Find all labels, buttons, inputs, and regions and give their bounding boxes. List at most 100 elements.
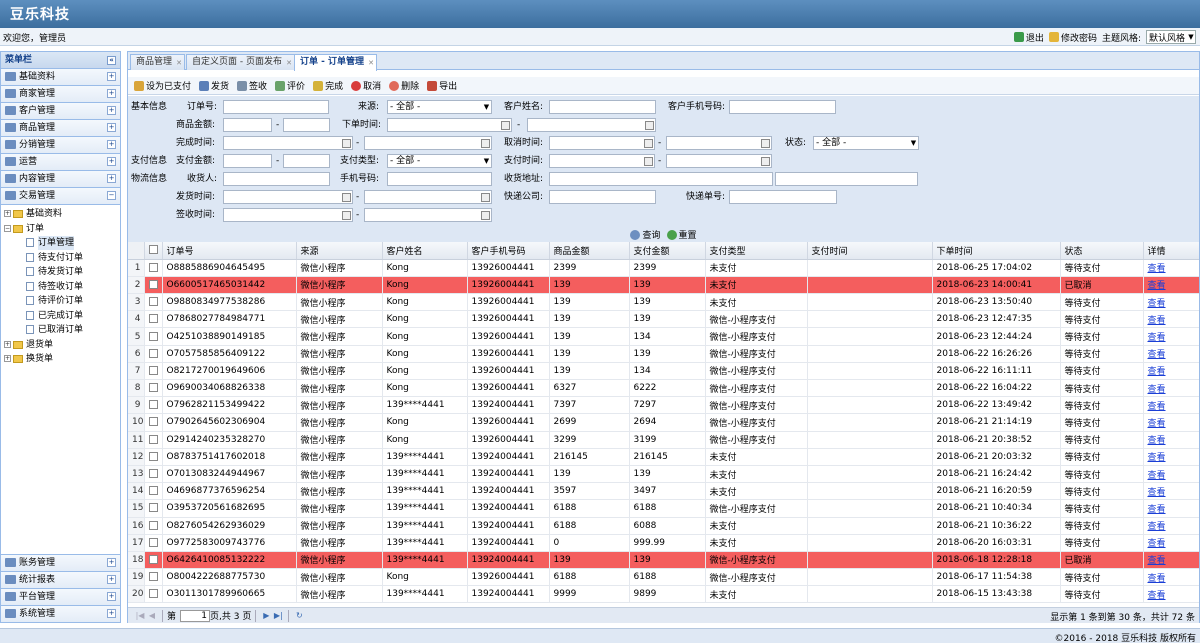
column-header[interactable]: 支付时间 — [807, 242, 933, 260]
theme-select[interactable]: 默认风格 ▼ — [1146, 30, 1196, 44]
export-button[interactable]: 导出 — [424, 78, 460, 94]
row-checkbox[interactable] — [144, 448, 163, 466]
table-row[interactable]: 20 O3011301789960665 微信小程序 139****4441 13924… — [128, 585, 1199, 604]
review-button[interactable]: 评价 — [272, 78, 308, 94]
checkbox[interactable] — [148, 589, 158, 599]
row-checkbox[interactable] — [144, 396, 163, 415]
sidebar-item-operation[interactable]: 运营 + — [1, 154, 120, 171]
row-checkbox[interactable] — [144, 276, 163, 295]
prev-page-icon[interactable]: ◀ — [146, 610, 158, 622]
column-header[interactable]: 支付金额 — [629, 242, 706, 260]
column-header[interactable]: 详情 — [1143, 242, 1199, 260]
calendar-icon[interactable] — [481, 193, 490, 202]
calendar-icon[interactable] — [481, 139, 490, 148]
table-row[interactable]: 19 O8004222688775730 微信小程序 Kong 13926004441 6… — [128, 568, 1199, 587]
calendar-icon[interactable] — [501, 121, 510, 130]
view-detail-link[interactable]: 查看 — [1148, 281, 1166, 291]
customer-phone-input[interactable] — [729, 100, 836, 114]
view-detail-link[interactable]: 查看 — [1148, 436, 1166, 446]
tree-item-pending-sign[interactable]: 待签收订单 — [1, 280, 120, 295]
sidebar-item-product[interactable]: 商品管理 + — [1, 120, 120, 137]
checkbox[interactable] — [148, 245, 158, 255]
column-header[interactable]: 来源 — [296, 242, 383, 260]
view-detail-link[interactable]: 查看 — [1148, 367, 1166, 377]
expand-icon[interactable]: + — [107, 157, 116, 166]
table-row[interactable]: 5 O4251038890149185 微信小程序 Kong 13926004441 13… — [128, 327, 1199, 346]
column-header[interactable]: 状态 — [1060, 242, 1144, 260]
expand-icon[interactable]: + — [107, 609, 116, 618]
view-detail-link[interactable]: 查看 — [1148, 299, 1166, 309]
source-select[interactable]: - 全部 - ▼ — [387, 100, 492, 114]
column-header[interactable]: 支付类型 — [705, 242, 808, 260]
checkbox[interactable] — [148, 537, 158, 547]
address-detail-input[interactable] — [775, 172, 918, 186]
address-input[interactable] — [549, 172, 773, 186]
pay-amount-min-input[interactable] — [223, 154, 272, 168]
row-checkbox[interactable] — [144, 293, 163, 312]
table-row[interactable]: 13 O7013083244944967 微信小程序 139****4441 13924… — [128, 465, 1199, 484]
table-row[interactable]: 8 O9690034068826338 微信小程序 Kong 13926004441 63… — [128, 379, 1199, 398]
sidebar-item-trade[interactable]: 交易管理 − — [1, 188, 120, 205]
expand-icon[interactable]: + — [107, 123, 116, 132]
checkbox[interactable] — [148, 486, 158, 496]
receiver-input[interactable] — [223, 172, 330, 186]
column-header[interactable]: 客户手机号码 — [467, 242, 550, 260]
expand-icon[interactable]: + — [4, 355, 11, 362]
column-header[interactable]: 商品金额 — [549, 242, 630, 260]
row-checkbox[interactable] — [144, 568, 163, 587]
sign-time-end-input[interactable] — [364, 208, 492, 222]
row-checkbox[interactable] — [144, 310, 163, 329]
amount-max-input[interactable] — [283, 118, 330, 132]
view-detail-link[interactable]: 查看 — [1148, 264, 1166, 274]
close-icon[interactable]: ✕ — [286, 56, 292, 71]
checkbox[interactable] — [148, 400, 158, 410]
checkbox[interactable] — [148, 520, 158, 530]
collapse-icon[interactable]: « — [107, 56, 116, 65]
ship-time-end-input[interactable] — [364, 190, 492, 204]
tree-item-cancelled[interactable]: 已取消订单 — [1, 323, 120, 338]
tree-item-basic[interactable]: + 基础资料 — [1, 207, 120, 222]
next-page-icon[interactable]: ▶ — [260, 610, 272, 622]
row-checkbox[interactable] — [144, 551, 163, 570]
calendar-icon[interactable] — [645, 121, 654, 130]
tree-item-pending-pay[interactable]: 待支付订单 — [1, 251, 120, 266]
tab-custom-page[interactable]: 自定义页面 - 页面发布 ✕ — [186, 54, 295, 70]
row-checkbox[interactable] — [144, 259, 163, 277]
sidebar-item-basic[interactable]: 基础资料 + — [1, 69, 120, 86]
checkbox[interactable] — [148, 348, 158, 358]
sign-time-start-input[interactable] — [223, 208, 353, 222]
view-detail-link[interactable]: 查看 — [1148, 350, 1166, 360]
view-detail-link[interactable]: 查看 — [1148, 591, 1166, 601]
row-checkbox[interactable] — [144, 465, 163, 484]
checkbox[interactable] — [148, 331, 158, 341]
table-row[interactable]: 18 O6426410085132222 微信小程序 139****4441 13924… — [128, 551, 1199, 570]
view-detail-link[interactable]: 查看 — [1148, 402, 1166, 412]
ship-button[interactable]: 发货 — [196, 78, 232, 94]
expand-icon[interactable]: + — [107, 140, 116, 149]
calendar-icon[interactable] — [644, 139, 653, 148]
view-detail-link[interactable]: 查看 — [1148, 385, 1166, 395]
expand-icon[interactable]: + — [107, 72, 116, 81]
row-checkbox[interactable] — [144, 379, 163, 398]
calendar-icon[interactable] — [342, 211, 351, 220]
sidebar-item-merchant[interactable]: 商家管理 + — [1, 86, 120, 103]
tree-item-order-manage[interactable]: 订单管理 — [1, 236, 120, 251]
table-row[interactable]: 14 O4696877376596254 微信小程序 139****4441 13924… — [128, 482, 1199, 501]
view-detail-link[interactable]: 查看 — [1148, 505, 1166, 515]
view-detail-link[interactable]: 查看 — [1148, 333, 1166, 343]
expand-icon[interactable]: + — [107, 106, 116, 115]
checkbox[interactable] — [148, 572, 158, 582]
sidebar-item-distribution[interactable]: 分销管理 + — [1, 137, 120, 154]
expand-icon[interactable]: + — [107, 174, 116, 183]
checkbox[interactable] — [148, 503, 158, 513]
first-page-icon[interactable]: |◀ — [134, 610, 146, 622]
row-checkbox[interactable] — [144, 534, 163, 552]
sidebar-item-platform[interactable]: 平台管理 + — [1, 588, 120, 605]
checkbox[interactable] — [148, 365, 158, 375]
row-checkbox[interactable] — [144, 431, 163, 449]
table-row[interactable]: 10 O7902645602306904 微信小程序 Kong 13926004441 2… — [128, 413, 1199, 432]
finish-time-end-input[interactable] — [364, 136, 492, 150]
view-detail-link[interactable]: 查看 — [1148, 556, 1166, 566]
view-detail-link[interactable]: 查看 — [1148, 574, 1166, 584]
last-page-icon[interactable]: ▶| — [272, 610, 284, 622]
